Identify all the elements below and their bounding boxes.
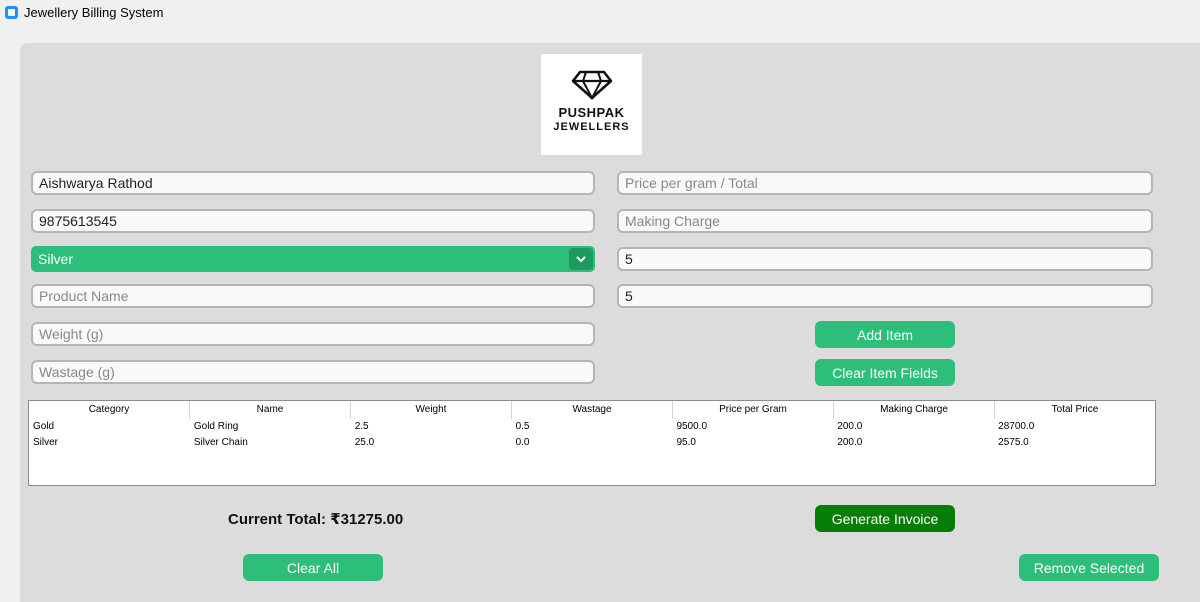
customer-name-input[interactable]: Aishwarya Rathod xyxy=(31,171,595,195)
table-cell: 25.0 xyxy=(354,437,375,448)
remove-selected-button[interactable]: Remove Selected xyxy=(1019,554,1159,581)
table-cell: Gold Ring xyxy=(193,421,239,432)
making-charge-input[interactable]: Making Charge xyxy=(617,209,1153,233)
table-cell: Silver Chain xyxy=(193,437,248,448)
add-item-button[interactable]: Add Item xyxy=(815,321,955,348)
value-input-b[interactable]: 5 xyxy=(617,284,1153,308)
table-cell: Gold xyxy=(33,421,55,432)
category-select-value: Silver xyxy=(38,251,74,267)
table-header: Category Name Weight Wastage Price per G… xyxy=(29,401,1155,419)
clear-all-button[interactable]: Clear All xyxy=(243,554,383,581)
column-header[interactable]: Category xyxy=(29,401,190,419)
column-header[interactable]: Name xyxy=(190,401,351,419)
column-header[interactable]: Wastage xyxy=(512,401,673,419)
wastage-input[interactable]: Wastage (g) xyxy=(31,360,595,384)
table-row[interactable]: Gold Gold Ring 2.5 0.5 9500.0 200.0 2870… xyxy=(29,419,1155,435)
clear-item-fields-button[interactable]: Clear Item Fields xyxy=(815,359,955,386)
column-header[interactable]: Total Price xyxy=(995,401,1155,419)
table-cell: 200.0 xyxy=(837,421,863,432)
chevron-down-icon[interactable] xyxy=(569,248,593,270)
generate-invoice-button[interactable]: Generate Invoice xyxy=(815,505,955,532)
table-cell: 2575.0 xyxy=(998,437,1029,448)
column-header[interactable]: Weight xyxy=(351,401,512,419)
logo: PUSHPAK JEWELLERS xyxy=(541,54,642,155)
table-cell: 28700.0 xyxy=(998,421,1035,432)
weight-input[interactable]: Weight (g) xyxy=(31,322,595,346)
table-cell: 0.0 xyxy=(515,437,530,448)
column-header[interactable]: Price per Gram xyxy=(673,401,834,419)
column-header[interactable]: Making Charge xyxy=(834,401,995,419)
category-select[interactable]: Silver xyxy=(31,246,595,272)
table-cell: 9500.0 xyxy=(676,421,708,432)
table-cell: 0.5 xyxy=(515,421,530,432)
current-total: Current Total: ₹31275.00 xyxy=(228,511,404,528)
logo-text-sub: JEWELLERS xyxy=(553,121,630,133)
table-row[interactable]: Silver Silver Chain 25.0 0.0 95.0 200.0 … xyxy=(29,435,1155,451)
value-input-a[interactable]: 5 xyxy=(617,247,1153,271)
price-per-gram-input[interactable]: Price per gram / Total xyxy=(617,171,1153,195)
diamond-icon xyxy=(571,70,612,100)
items-table[interactable]: Category Name Weight Wastage Price per G… xyxy=(28,400,1156,486)
app-icon xyxy=(5,5,18,19)
title-bar: Jewellery Billing System xyxy=(0,0,1200,24)
window-title: Jewellery Billing System xyxy=(24,4,164,20)
table-cell: 95.0 xyxy=(676,437,696,448)
table-cell: 2.5 xyxy=(354,421,369,432)
logo-text-brand: PUSHPAK xyxy=(558,105,625,120)
table-cell: 200.0 xyxy=(837,437,863,448)
product-name-input[interactable]: Product Name xyxy=(31,284,595,308)
table-cell: Silver xyxy=(33,437,59,448)
phone-input[interactable]: 9875613545 xyxy=(31,209,595,233)
